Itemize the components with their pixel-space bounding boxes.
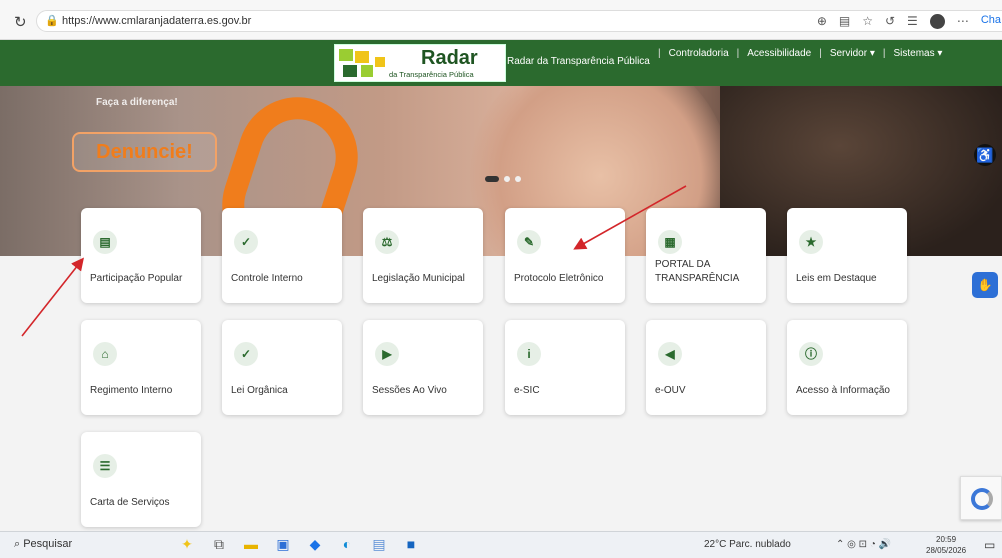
copilot-button[interactable]: Cha [981,14,1001,29]
os-taskbar: ⌕ Pesquisar ✦ ⧉ ▬ ▣ ◆ ◐ ▤ ■ 22°C Parc. n… [0,531,1002,558]
edge-icon[interactable]: ◐ [338,535,356,553]
logo-title: Radar [421,47,478,69]
browser-toolbar: ↻ 🔒 https://www.cmlaranjadaterra.es.gov.… [0,0,1002,40]
recaptcha-badge[interactable] [960,476,1002,520]
logo-subtitle: da Transparência Pública [389,70,474,79]
card-leis-destaque[interactable]: ★ Leis em Destaque [787,208,907,303]
document-edit-icon: ✎ [517,230,541,254]
taskbar-search-text[interactable]: Pesquisar [23,538,72,550]
zoom-icon[interactable]: ⊕ [817,14,827,29]
vlibras-hand-icon[interactable]: ✋ [972,272,998,298]
denuncie-button[interactable]: Denuncie! [72,132,217,172]
card-sessoes-ao-vivo[interactable]: ▶ Sessões Ao Vivo [363,320,483,415]
carousel-dot-active[interactable] [485,176,499,182]
card-label: Legislação Municipal [372,273,465,284]
logo-mark [339,49,387,79]
taskbar-apps: ✦ ⧉ ▬ ▣ ◆ ◐ ▤ ■ [178,535,420,553]
card-label: Leis em Destaque [796,273,877,284]
card-label: Controle Interno [231,273,303,284]
recaptcha-icon [971,488,993,510]
card-protocolo-eletronico[interactable]: ✎ Protocolo Eletrônico [505,208,625,303]
site-logo[interactable]: Radar da Transparência Pública [334,44,506,82]
card-portal-transparencia[interactable]: ▦ PORTAL DA TRANSPARÊNCIA [646,208,766,303]
store-icon[interactable]: ▣ [274,535,292,553]
card-participacao-popular[interactable]: ▤ Participação Popular [81,208,201,303]
card-label: Participação Popular [90,273,183,284]
card-carta-servicos[interactable]: ☰ Carta de Serviços [81,432,201,527]
document-icon: ▤ [93,230,117,254]
system-tray-icons[interactable]: ⌃ ◎ ⊡ ◔ 🔊 [836,539,891,550]
taskbar-search[interactable]: ⌕ Pesquisar [14,538,72,551]
card-label: Lei Orgânica [231,385,288,396]
browser-actions: ⊕ ▤ ☆ ↺ ☰ ⋯ Cha [817,14,1001,29]
notification-icon[interactable]: ▭ [984,538,995,552]
accessibility-icon[interactable]: ♿ [974,144,996,166]
card-legislacao-municipal[interactable]: ⚖ Legislação Municipal [363,208,483,303]
service-icon: ☰ [93,454,117,478]
carousel-dot[interactable] [504,176,510,182]
site-header: Radar da Transparência Pública Radar da … [0,40,1002,86]
reader-icon[interactable]: ▤ [839,14,850,29]
document-check-icon: ✓ [234,230,258,254]
info-icon: i [517,342,541,366]
card-label: Acesso à Informação [796,385,890,396]
portal-icon: ▦ [658,230,682,254]
profile-avatar[interactable] [929,14,945,29]
widgets-icon[interactable]: ✦ [178,535,196,553]
outlook-icon[interactable]: ■ [402,535,420,553]
video-icon: ▶ [375,342,399,366]
header-tagline: Radar da Transparência Pública [507,56,650,67]
card-controle-interno[interactable]: ✓ Controle Interno [222,208,342,303]
card-lei-organica[interactable]: ✓ Lei Orgânica [222,320,342,415]
taskbar-date: 28/05/2026 [926,546,967,555]
megaphone-icon: ◀ [658,342,682,366]
card-label: e-OUV [655,385,686,396]
card-label: Sessões Ao Vivo [372,385,447,396]
reload-icon[interactable]: ↻ [14,13,27,31]
arrow-to-participacao [21,257,84,337]
photos-icon[interactable]: ◆ [306,535,324,553]
refresh-page-icon[interactable]: ↺ [885,14,895,29]
hero-heading: Faça a diferença! [96,97,178,108]
card-e-ouv[interactable]: ◀ e-OUV [646,320,766,415]
law-book-icon: ⚖ [375,230,399,254]
taskbar-clock[interactable]: 20:59 28/05/2026 [926,534,966,556]
nav-separator: | [736,48,740,59]
task-view-icon[interactable]: ⧉ [210,535,228,553]
nav-sistemas[interactable]: Sistemas ▾ [893,48,942,59]
card-label: PORTAL DA TRANSPARÊNCIA [655,259,740,284]
carousel-dots[interactable] [485,176,521,182]
file-explorer-icon[interactable]: ▬ [242,535,260,553]
nav-separator: | [819,48,822,59]
address-bar[interactable]: 🔒 https://www.cmlaranjadaterra.es.gov.br… [36,10,1002,32]
nav-separator: | [882,48,886,59]
carousel-dot[interactable] [515,176,521,182]
star-icon[interactable]: ☆ [862,14,873,29]
card-acesso-informacao[interactable]: ⓘ Acesso à Informação [787,320,907,415]
header-nav: | Controladoria | Acessibilidade | Servi… [650,48,942,59]
more-icon[interactable]: ⋯ [957,14,969,29]
favorites-icon[interactable]: ☰ [907,14,918,29]
url-text[interactable]: https://www.cmlaranjadaterra.es.gov.br [62,15,251,27]
taskbar-weather[interactable]: 22°C Parc. nublado [704,539,791,550]
document-star-icon: ★ [799,230,823,254]
building-icon: ⌂ [93,342,117,366]
taskbar-time: 20:59 [936,535,957,544]
info-document-icon: ⓘ [799,342,823,366]
card-label: Carta de Serviços [90,497,170,508]
card-label: Regimento Interno [90,385,173,396]
document-check-icon: ✓ [234,342,258,366]
card-e-sic[interactable]: i e-SIC [505,320,625,415]
nav-acessibilidade[interactable]: Acessibilidade [747,48,811,59]
card-label: Protocolo Eletrônico [514,273,604,284]
nav-separator: | [658,48,661,59]
notepad-icon[interactable]: ▤ [370,535,388,553]
card-label: e-SIC [514,385,540,396]
nav-controladoria[interactable]: Controladoria [669,48,729,59]
nav-servidor[interactable]: Servidor ▾ [830,48,875,59]
lock-icon[interactable]: 🔒 [45,14,59,27]
card-regimento-interno[interactable]: ⌂ Regimento Interno [81,320,201,415]
